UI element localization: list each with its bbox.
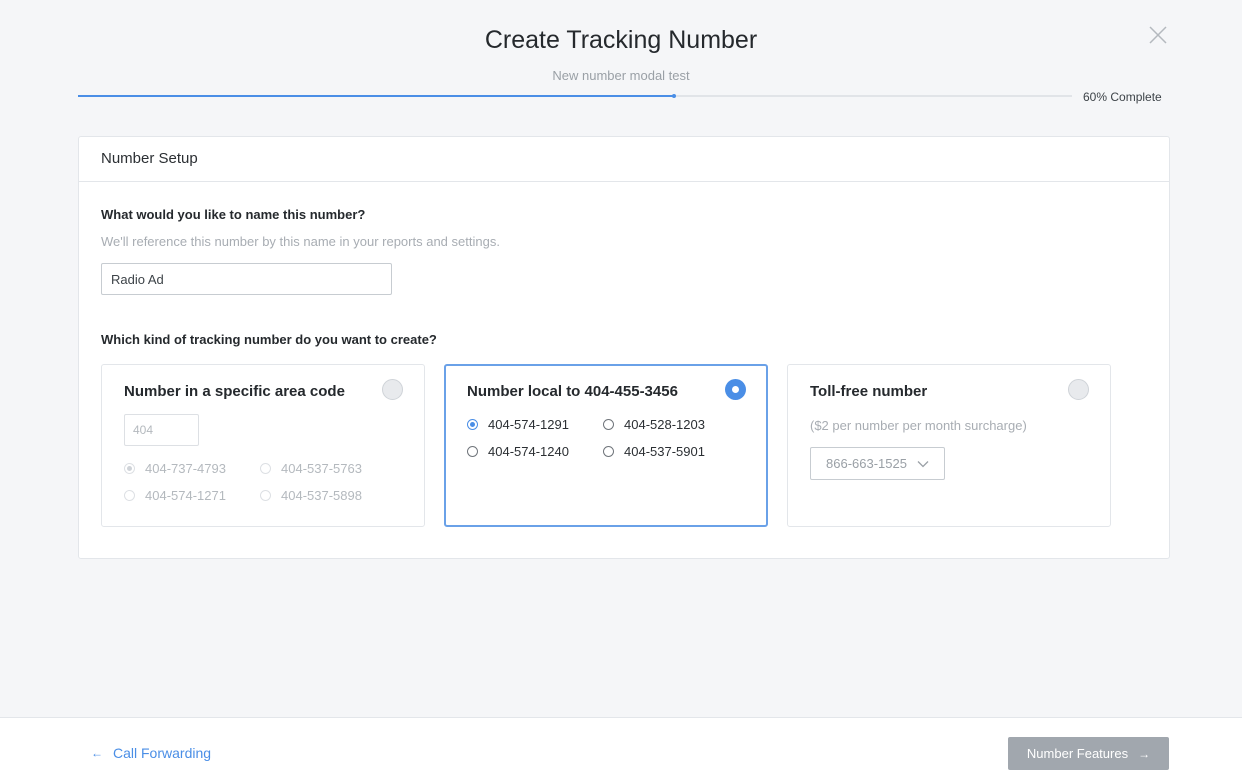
number-name-input[interactable] bbox=[101, 263, 392, 295]
progress-label: 60% Complete bbox=[1083, 90, 1162, 104]
option-toll-free[interactable]: Toll-free number ($2 per number per mont… bbox=[787, 364, 1111, 527]
toll-free-selected-number: 866-663-1525 bbox=[826, 456, 907, 471]
radio-icon bbox=[467, 446, 478, 457]
number-label: 404-574-1291 bbox=[488, 417, 569, 432]
option-area-code-title: Number in a specific area code bbox=[124, 383, 345, 400]
progress-fill bbox=[78, 95, 675, 97]
toll-free-number-select[interactable]: 866-663-1525 bbox=[810, 447, 945, 480]
next-button-label: Number Features bbox=[1026, 746, 1129, 761]
local-number-option[interactable]: 404-574-1291 bbox=[467, 417, 569, 432]
arrow-left-icon: ← bbox=[91, 746, 103, 760]
name-question: What would you like to name this number? bbox=[101, 207, 366, 222]
kind-question: Which kind of tracking number do you wan… bbox=[101, 332, 437, 347]
progress-marker bbox=[672, 94, 677, 98]
radio-icon bbox=[260, 490, 271, 501]
radio-icon bbox=[603, 419, 614, 430]
number-label: 404-528-1203 bbox=[624, 417, 705, 432]
number-label: 404-574-1240 bbox=[488, 444, 569, 459]
area-number-option[interactable]: 404-537-5898 bbox=[260, 488, 362, 503]
number-label: 404-537-5763 bbox=[281, 461, 362, 476]
modal-header: Create Tracking Number New number modal … bbox=[0, 0, 1242, 120]
radio-icon bbox=[603, 446, 614, 457]
back-call-forwarding-link[interactable]: ← Call Forwarding bbox=[91, 745, 211, 761]
progress-bar bbox=[78, 94, 1072, 98]
area-number-option[interactable]: 404-737-4793 bbox=[124, 461, 226, 476]
close-button[interactable] bbox=[1147, 24, 1169, 46]
chevron-down-icon bbox=[917, 460, 929, 467]
modal-footer: ← Call Forwarding Number Features → bbox=[0, 717, 1242, 780]
radio-icon bbox=[124, 463, 135, 474]
back-link-label: Call Forwarding bbox=[113, 745, 212, 761]
option-local-title: Number local to 404-455-3456 bbox=[467, 383, 678, 400]
next-number-features-button[interactable]: Number Features → bbox=[1008, 737, 1169, 770]
number-label: 404-537-5901 bbox=[624, 444, 705, 459]
section-title: Number Setup bbox=[79, 137, 1169, 182]
number-label: 404-574-1271 bbox=[145, 488, 226, 503]
option-local[interactable]: Number local to 404-455-3456 404-574-129… bbox=[444, 364, 768, 527]
page-title: Create Tracking Number bbox=[484, 26, 758, 54]
area-number-option[interactable]: 404-574-1271 bbox=[124, 488, 226, 503]
number-label: 404-737-4793 bbox=[145, 461, 226, 476]
local-number-option[interactable]: 404-574-1240 bbox=[467, 444, 569, 459]
option-area-code-radio[interactable] bbox=[382, 379, 403, 400]
number-setup-card: Number Setup What would you like to name… bbox=[78, 136, 1170, 559]
option-toll-free-radio[interactable] bbox=[1068, 379, 1089, 400]
local-number-option[interactable]: 404-537-5901 bbox=[603, 444, 705, 459]
page-subtitle: New number modal test bbox=[552, 68, 690, 83]
area-number-option[interactable]: 404-537-5763 bbox=[260, 461, 362, 476]
option-local-radio[interactable] bbox=[725, 379, 746, 400]
option-area-code[interactable]: Number in a specific area code 404-737-4… bbox=[101, 364, 425, 527]
radio-icon bbox=[467, 419, 478, 430]
radio-icon bbox=[260, 463, 271, 474]
name-help-text: We'll reference this number by this name… bbox=[101, 234, 500, 249]
arrow-right-icon: → bbox=[1138, 746, 1151, 761]
area-code-input[interactable] bbox=[124, 414, 199, 446]
option-toll-free-title: Toll-free number bbox=[810, 383, 928, 400]
local-number-option[interactable]: 404-528-1203 bbox=[603, 417, 705, 432]
number-label: 404-537-5898 bbox=[281, 488, 362, 503]
close-icon bbox=[1149, 26, 1167, 44]
radio-icon bbox=[124, 490, 135, 501]
surcharge-note: ($2 per number per month surcharge) bbox=[810, 418, 1027, 433]
